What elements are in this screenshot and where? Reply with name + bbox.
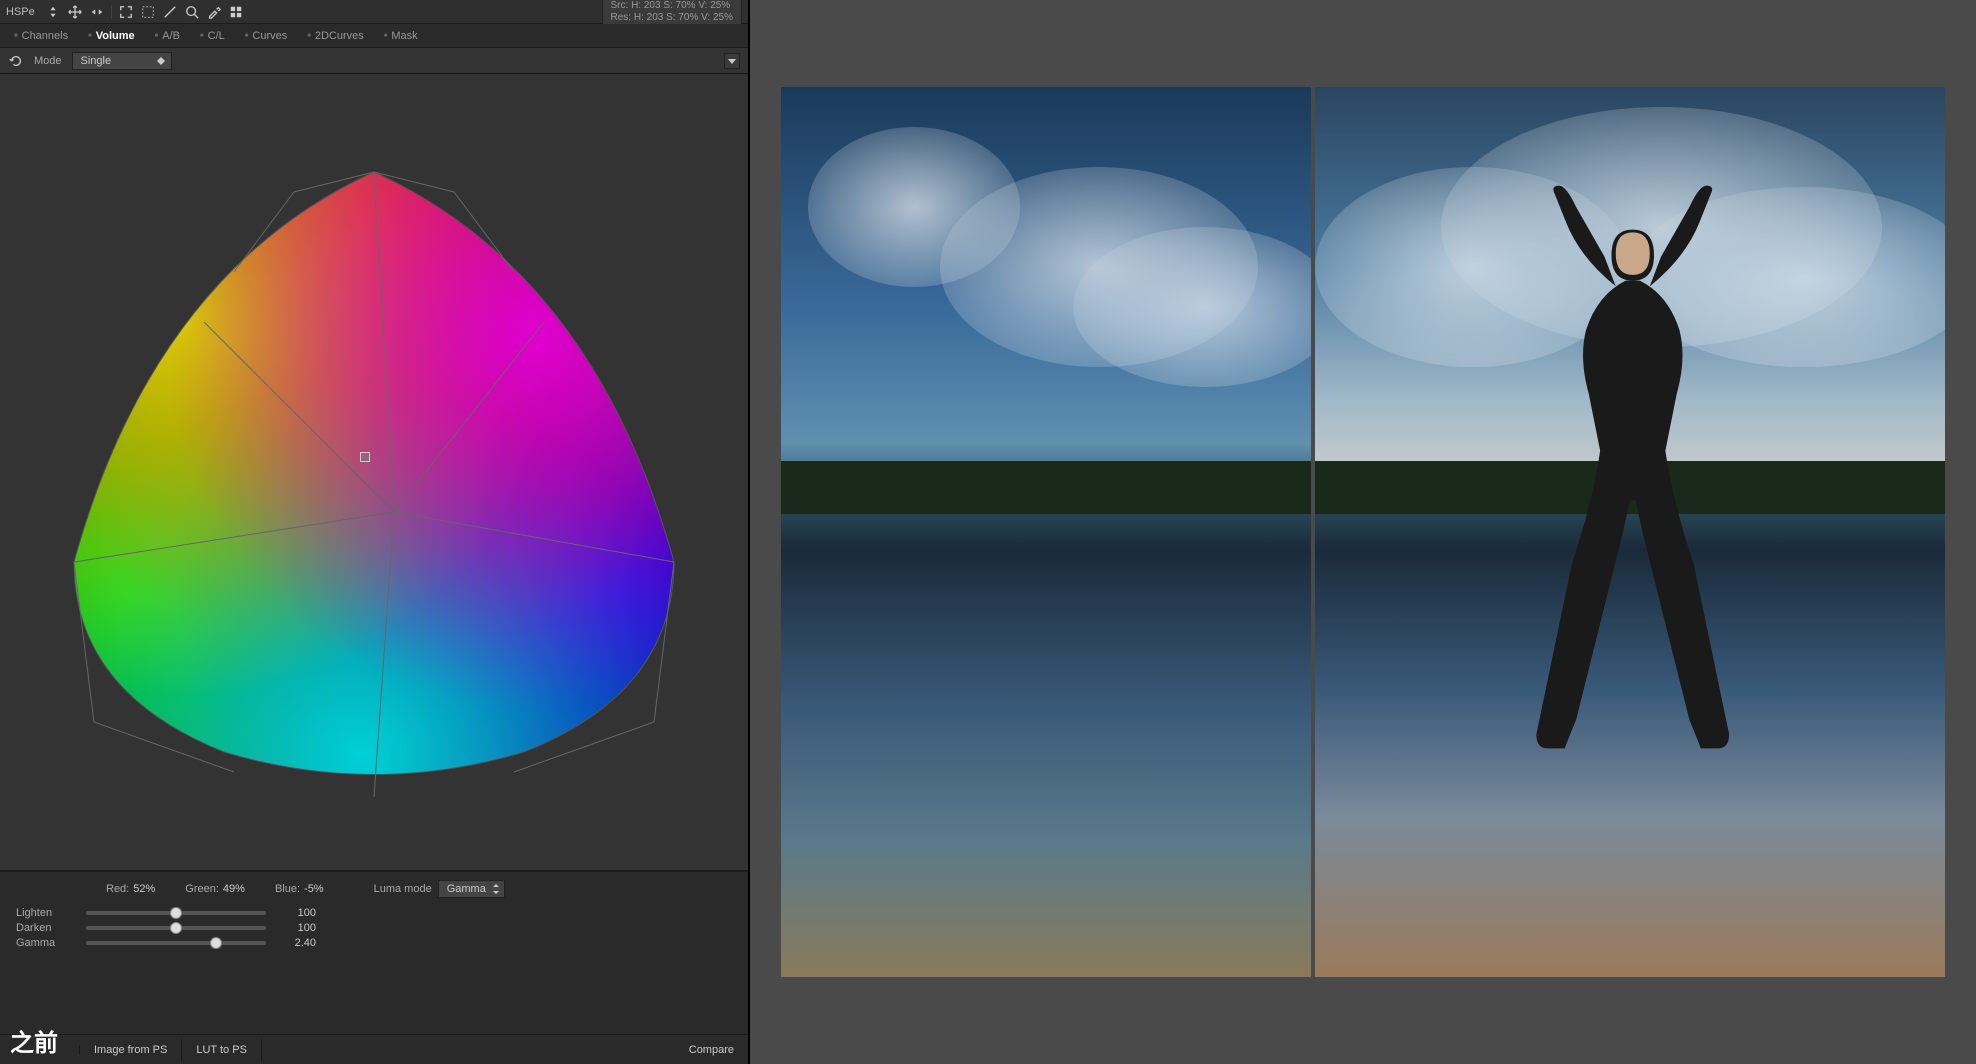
- tab-ab[interactable]: A/B: [145, 26, 190, 46]
- darken-thumb[interactable]: [170, 922, 182, 934]
- lighten-thumb[interactable]: [170, 907, 182, 919]
- color-volume[interactable]: [34, 132, 714, 812]
- darken-slider[interactable]: [86, 926, 266, 930]
- tabs-bar: Channels Volume A/B C/L Curves 2DCurves …: [0, 24, 748, 48]
- footer-bar: Image from PS LUT to PS Compare: [0, 1034, 748, 1064]
- lut-to-ps-button[interactable]: LUT to PS: [182, 1039, 262, 1061]
- slider-gamma: Gamma 2.40: [16, 937, 732, 949]
- color-handle[interactable]: [360, 452, 370, 462]
- readout-green: Green:49%: [185, 883, 245, 895]
- slider-lighten: Lighten 100: [16, 907, 732, 919]
- darken-value: 100: [276, 922, 316, 934]
- preview-panel: [750, 0, 1976, 1064]
- gamma-slider[interactable]: [86, 941, 266, 945]
- luma-mode: Luma mode Gamma: [374, 880, 505, 898]
- status-res: Res: H: 203 S: 70% V: 25%: [611, 12, 733, 24]
- slider-darken: Darken 100: [16, 922, 732, 934]
- eyedropper-icon[interactable]: [206, 4, 222, 20]
- tab-volume[interactable]: Volume: [78, 26, 145, 46]
- tab-channels[interactable]: Channels: [4, 26, 78, 46]
- preview-before[interactable]: [781, 87, 1311, 977]
- readout-blue: Blue:-5%: [275, 883, 324, 895]
- mode-row: Mode Single: [0, 48, 748, 74]
- leftright-icon[interactable]: [89, 4, 105, 20]
- expand-icon[interactable]: [118, 4, 134, 20]
- gamma-thumb[interactable]: [210, 937, 222, 949]
- marquee-icon[interactable]: [140, 4, 156, 20]
- zoom-icon[interactable]: [184, 4, 200, 20]
- updown-icon[interactable]: [45, 4, 61, 20]
- grid-icon[interactable]: [228, 4, 244, 20]
- mode-label: Mode: [34, 55, 62, 67]
- color-volume-area: [0, 74, 748, 871]
- lighten-value: 100: [276, 907, 316, 919]
- lighten-slider[interactable]: [86, 911, 266, 915]
- rgb-readouts: Red:52% Green:49% Blue:-5% Luma mode Gam…: [0, 871, 748, 900]
- gamma-value: 2.40: [276, 937, 316, 949]
- sliders: Lighten 100 Darken 100 Gamma 2.40: [0, 900, 748, 964]
- tab-cl[interactable]: C/L: [190, 26, 235, 46]
- status-src: Src: H: 203 S: 70% V: 25%: [611, 0, 733, 12]
- before-label: 之前: [10, 1023, 58, 1058]
- image-from-ps-button[interactable]: Image from PS: [80, 1039, 182, 1061]
- status-readout: Src: H: 203 S: 70% V: 25% Res: H: 203 S:…: [602, 0, 742, 27]
- compare-button[interactable]: Compare: [675, 1039, 748, 1061]
- panel-menu-button[interactable]: [724, 53, 740, 69]
- tab-2dcurves[interactable]: 2DCurves: [297, 26, 374, 46]
- refresh-icon[interactable]: [8, 53, 24, 69]
- separator: [111, 5, 112, 19]
- top-toolbar: HSPe Src: H: 203 S: 70% V: 25% Res: H: 2…: [0, 0, 748, 24]
- app-title: HSPe: [6, 6, 35, 18]
- line-icon[interactable]: [162, 4, 178, 20]
- model-figure: [1491, 149, 1775, 906]
- tab-curves[interactable]: Curves: [235, 26, 297, 46]
- luma-mode-label: Luma mode: [374, 883, 432, 895]
- luma-mode-select[interactable]: Gamma: [438, 880, 505, 898]
- readout-red: Red:52%: [106, 883, 155, 895]
- mode-select[interactable]: Single: [72, 52, 172, 70]
- tab-mask[interactable]: Mask: [374, 26, 428, 46]
- preview-after[interactable]: [1315, 87, 1945, 977]
- move-icon[interactable]: [67, 4, 83, 20]
- footer-space: [0, 964, 748, 1034]
